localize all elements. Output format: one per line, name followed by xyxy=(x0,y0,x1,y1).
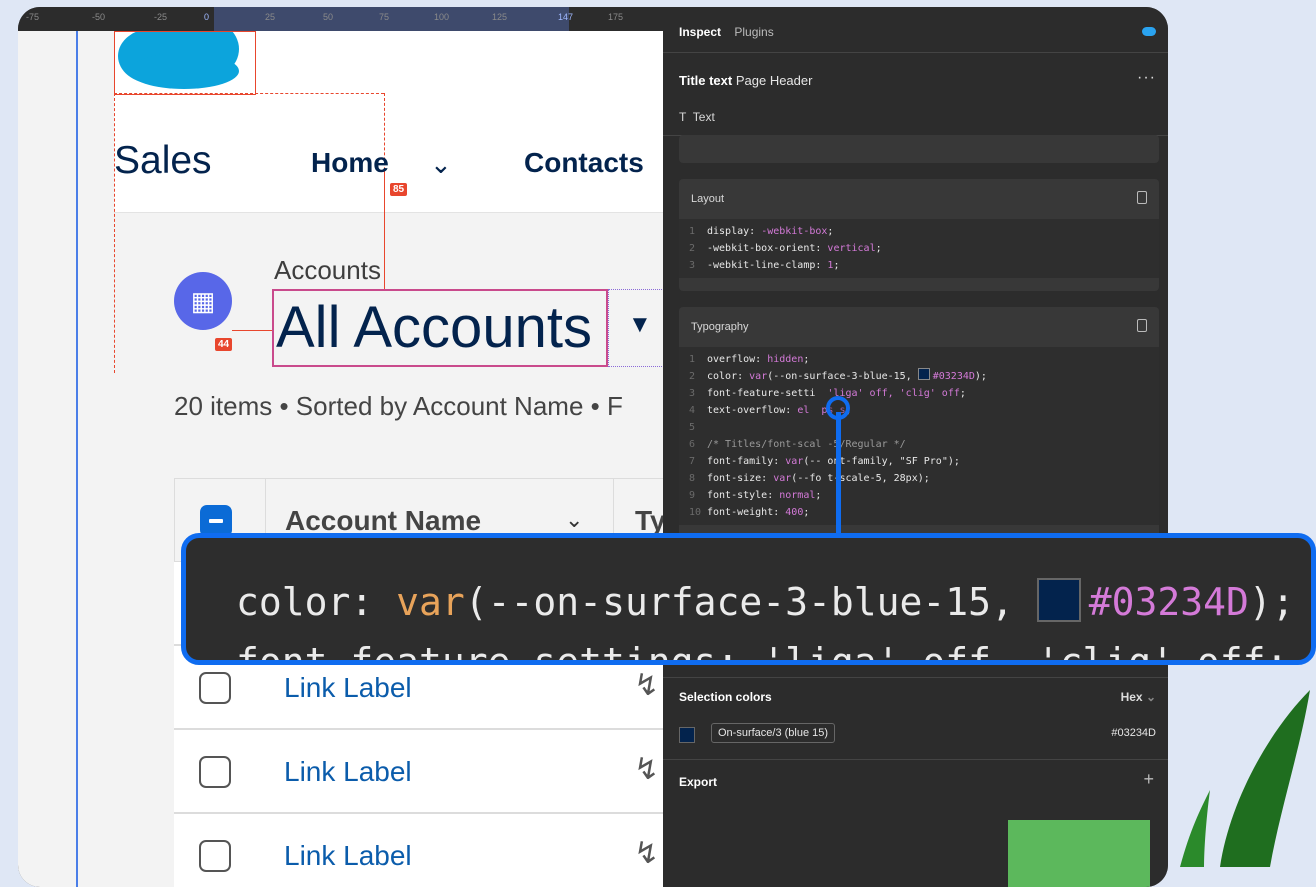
tab-inspect[interactable]: Inspect xyxy=(679,25,721,39)
page-frame: Sales Home ⌄ 85 Contacts ▦ 44 Accounts A… xyxy=(78,31,663,887)
plant-leaf-decoration xyxy=(1160,690,1316,867)
ruler-tick: 100 xyxy=(434,12,449,22)
account-link[interactable]: Link Label xyxy=(284,840,412,872)
ruler-tick: 125 xyxy=(492,12,507,22)
chevron-down-icon[interactable]: ⌄ xyxy=(565,507,583,533)
clipboard-icon[interactable] xyxy=(1137,191,1147,204)
typography-code[interactable]: 1overflow: hidden; 2color: var(--on-surf… xyxy=(679,347,1159,525)
divider xyxy=(663,52,1168,53)
ruler-tick: 147 xyxy=(558,12,573,22)
account-link[interactable]: Link Label xyxy=(284,672,412,704)
code-line: 2-webkit-box-orient: vertical; xyxy=(679,240,1159,257)
page-title[interactable]: All Accounts xyxy=(272,289,608,367)
ruler-tick: 25 xyxy=(265,12,275,22)
code-line: 6/* Titles/font-scal -5/Regular */ xyxy=(679,436,1159,453)
ruler-tick: 50 xyxy=(323,12,333,22)
section-title: Layout xyxy=(691,193,724,205)
color-swatch[interactable] xyxy=(679,727,695,743)
layer-name: Page Header xyxy=(736,73,813,88)
magnified-code-callout: color: var(--on-surface-3-blue-15, #0323… xyxy=(181,533,1316,665)
layer-header: Title text Page Header xyxy=(679,73,812,88)
design-canvas[interactable]: Sales Home ⌄ 85 Contacts ▦ 44 Accounts A… xyxy=(18,31,663,887)
account-link[interactable]: Link Label xyxy=(284,756,412,788)
zoomed-color-line: color: var(--on-surface-3-blue-15, #0323… xyxy=(236,578,1295,624)
text-type-label: Text xyxy=(693,110,715,124)
panel-tabs: Inspect Plugins xyxy=(679,25,774,39)
export-label: Export xyxy=(679,775,717,789)
color-swatch xyxy=(918,368,930,380)
app-window: -75 -50 -25 0 25 50 75 100 125 147 175 S… xyxy=(18,7,1168,887)
color-swatch xyxy=(1037,578,1081,622)
inspect-panel: Inspect Plugins Title text Page Header ·… xyxy=(663,7,1168,887)
breadcrumb[interactable]: Accounts xyxy=(274,255,381,286)
app-name: Sales xyxy=(114,139,212,183)
green-thumbnail xyxy=(1008,820,1150,887)
previous-code-box xyxy=(679,135,1159,163)
row-checkbox[interactable] xyxy=(199,672,231,704)
list-summary: 20 items • Sorted by Account Name • F xyxy=(174,391,623,422)
code-line: 4text-overflow: el ps s; xyxy=(679,402,1159,419)
salesforce-cloud-icon xyxy=(1142,27,1156,36)
code-line: 3font-feature-setti 'liga' off, 'clig' o… xyxy=(679,385,1159,402)
divider xyxy=(663,759,1168,760)
code-line: 10font-weight: 400; xyxy=(679,504,1159,521)
more-options-icon[interactable]: ··· xyxy=(1137,69,1156,87)
code-line: 2color: var(--on-surface-3-blue-15, #032… xyxy=(679,368,1159,385)
measure-line xyxy=(384,171,385,289)
table-row[interactable]: Link Label ↯ La xyxy=(174,730,663,814)
lightning-bolt-icon: ↯ xyxy=(634,836,659,871)
table-row[interactable]: Link Label ↯ La xyxy=(174,814,663,887)
divider xyxy=(663,677,1168,678)
code-line: 1overflow: hidden; xyxy=(679,351,1159,368)
horizontal-ruler: -75 -50 -25 0 25 50 75 100 125 147 175 xyxy=(18,7,663,31)
measure-guide xyxy=(114,93,115,373)
add-export-icon[interactable]: + xyxy=(1143,769,1154,790)
spacing-badge: 44 xyxy=(215,338,232,351)
color-token-chip[interactable]: On-surface/3 (blue 15) xyxy=(711,723,835,743)
section-title: Typography xyxy=(691,321,748,333)
row-checkbox[interactable] xyxy=(199,840,231,872)
ruler-tick: -25 xyxy=(154,12,167,22)
caret-down-icon[interactable]: ▼ xyxy=(628,311,652,339)
chevron-down-icon: ⌄ xyxy=(1146,690,1156,704)
color-hex-value[interactable]: #03234D xyxy=(1111,727,1156,739)
ruler-tick: 0 xyxy=(204,12,209,22)
lightning-bolt-icon: ↯ xyxy=(634,668,659,703)
ruler-tick: -75 xyxy=(26,12,39,22)
zoomed-feature-line: font-feature-settings: 'liga' off, 'clig… xyxy=(236,640,1288,665)
row-checkbox[interactable] xyxy=(199,756,231,788)
typography-section: Typography 1overflow: hidden; 2color: va… xyxy=(679,307,1159,547)
ruler-tick: -50 xyxy=(92,12,105,22)
tab-plugins[interactable]: Plugins xyxy=(734,25,773,39)
measure-guide xyxy=(114,93,384,94)
nav-item-home[interactable]: Home xyxy=(311,147,389,179)
code-line: 1display: -webkit-box; xyxy=(679,223,1159,240)
text-type-icon: T xyxy=(679,110,686,124)
selection-colors-label: Selection colors xyxy=(679,690,772,704)
chevron-down-icon[interactable]: ⌄ xyxy=(430,149,452,180)
code-line: 7font-family: var(-- ont-family, "SF Pro… xyxy=(679,453,1159,470)
nav-item-contacts[interactable]: Contacts xyxy=(524,147,644,179)
magnifier-connector xyxy=(836,412,841,544)
accounts-building-icon: ▦ xyxy=(174,272,232,330)
lightning-bolt-icon: ↯ xyxy=(634,752,659,787)
code-line: 9font-style: normal; xyxy=(679,487,1159,504)
ruler-tick: 175 xyxy=(608,12,623,22)
layout-section: Layout 1display: -webkit-box; 2-webkit-b… xyxy=(679,179,1159,291)
code-line: 8font-size: var(--fo t-scale-5, 28px); xyxy=(679,470,1159,487)
code-line: 5 xyxy=(679,419,1159,436)
color-format-select[interactable]: Hex ⌄ xyxy=(1121,690,1156,704)
measure-line xyxy=(232,330,272,331)
logo-measure-box xyxy=(114,31,256,95)
code-line: 3-webkit-line-clamp: 1; xyxy=(679,257,1159,274)
layout-code[interactable]: 1display: -webkit-box; 2-webkit-box-orie… xyxy=(679,219,1159,278)
clipboard-icon[interactable] xyxy=(1137,319,1147,332)
layer-kind: Title text xyxy=(679,73,732,88)
text-type-row: T Text xyxy=(679,110,715,124)
spacing-badge: 85 xyxy=(390,183,407,196)
ruler-tick: 75 xyxy=(379,12,389,22)
